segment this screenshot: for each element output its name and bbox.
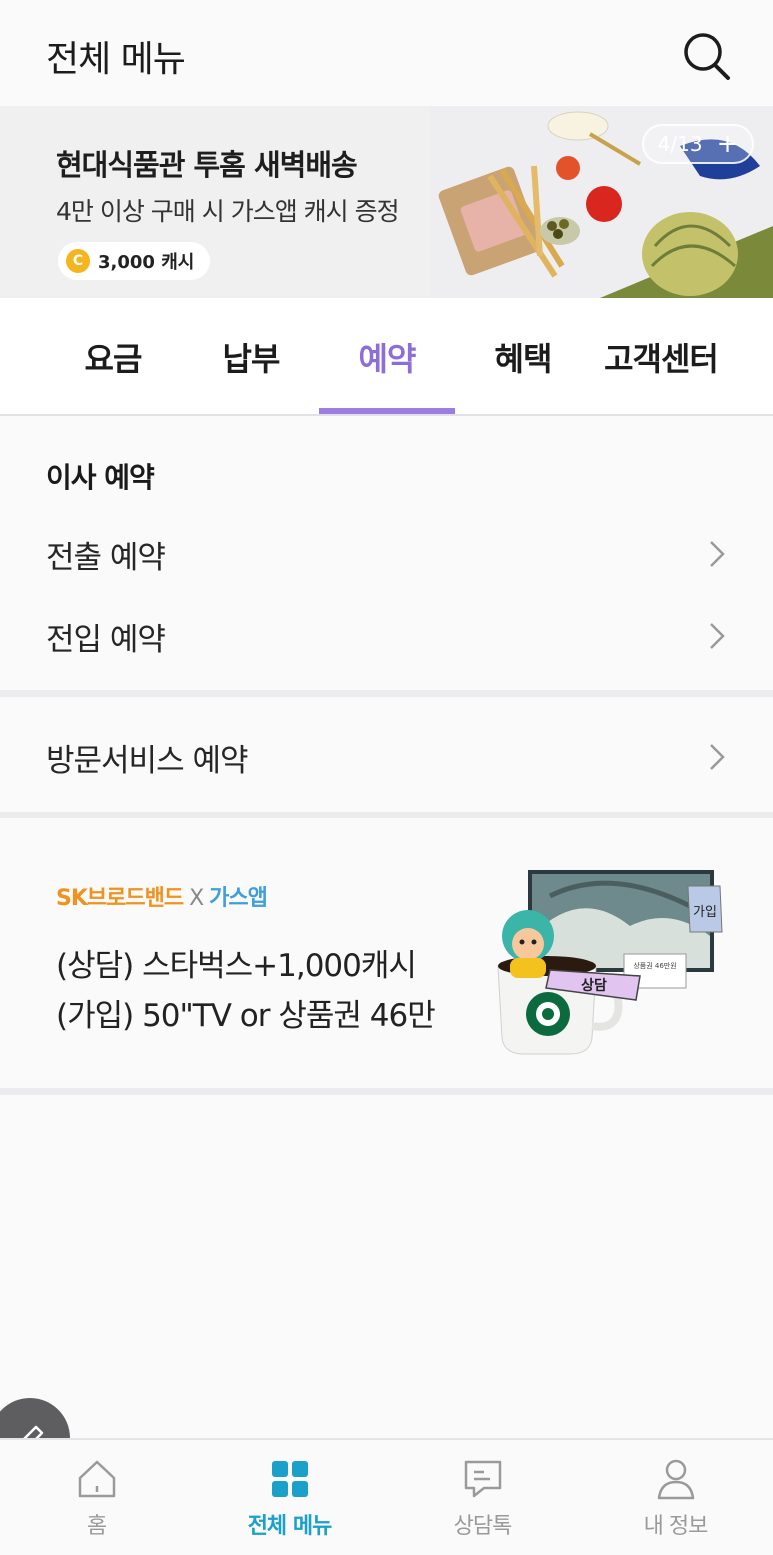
brand-sk-broadband: SK브로드밴드 — [56, 886, 184, 911]
tab-fee[interactable]: 요금 — [72, 334, 154, 380]
tv-coffee-promo-image: 가입 상품권 46만원 상담 — [497, 870, 723, 1055]
banner-counter[interactable]: 4/13 + — [642, 124, 754, 164]
nav-label: 상담톡 — [453, 1514, 513, 1539]
bottom-navigation: 홈 전체 메뉴 상담톡 내 정보 — [0, 1438, 773, 1555]
banner-subtitle: 4만 이상 구매 시 가스앱 캐시 증정 — [56, 197, 400, 226]
app-header: 전체 메뉴 — [0, 0, 773, 106]
tab-customer-center[interactable]: 고객센터 — [596, 334, 726, 380]
brand-gas-app: 가스앱 — [209, 886, 268, 911]
brand-separator: X — [189, 886, 204, 911]
plus-icon[interactable]: + — [717, 131, 739, 157]
section-divider — [0, 690, 773, 697]
menu-item-move-out[interactable]: 전출 예약 — [0, 520, 773, 584]
tab-benefits[interactable]: 혜택 — [482, 334, 564, 380]
cash-chip: C 3,000 캐시 — [58, 242, 211, 280]
search-icon[interactable] — [678, 28, 734, 84]
nav-label: 홈 — [86, 1514, 107, 1539]
grid-menu-icon — [272, 1461, 308, 1497]
menu-item-label: 전출 예약 — [46, 540, 166, 576]
chevron-right-icon — [710, 744, 725, 770]
page-title: 전체 메뉴 — [46, 39, 186, 80]
nav-label: 내 정보 — [643, 1514, 709, 1539]
menu-item-move-in[interactable]: 전입 예약 — [0, 602, 773, 666]
nav-label: 전체 메뉴 — [247, 1514, 333, 1539]
chevron-right-icon — [710, 623, 725, 649]
section-divider — [0, 1088, 773, 1095]
chevron-right-icon — [710, 541, 725, 567]
nav-home[interactable]: 홈 — [0, 1440, 193, 1555]
promo-banner[interactable]: 현대식품관 투홈 새벽배송 4만 이상 구매 시 가스앱 캐시 증정 C 3,0… — [0, 106, 773, 298]
visit-service-section: 방문서비스 예약 — [0, 697, 773, 812]
join-tag-text: 가입 — [693, 905, 717, 920]
voucher-text: 상품권 46만원 — [633, 961, 676, 970]
category-tabs: 요금 납부 예약 혜택 고객센터 — [0, 298, 773, 416]
person-icon — [657, 1459, 695, 1500]
consult-tag-text: 상담 — [581, 977, 607, 994]
nav-all-menu[interactable]: 전체 메뉴 — [193, 1440, 386, 1555]
tab-payment[interactable]: 납부 — [210, 334, 292, 380]
cash-amount: 3,000 캐시 — [98, 252, 195, 273]
tab-reservation[interactable]: 예약 — [346, 334, 428, 380]
home-icon — [78, 1460, 116, 1498]
menu-item-visit-service[interactable]: 방문서비스 예약 — [0, 723, 773, 787]
chat-icon — [464, 1460, 502, 1498]
menu-item-label: 방문서비스 예약 — [46, 743, 248, 779]
moving-reservation-section: 이사 예약 전출 예약 전입 예약 — [0, 418, 773, 690]
promo-brand: SK브로드밴드 X 가스앱 — [56, 880, 268, 912]
nav-my-info[interactable]: 내 정보 — [579, 1440, 772, 1555]
banner-title: 현대식품관 투홈 새벽배송 — [56, 148, 358, 182]
promo-line-consult: (상담) 스타벅스+1,000캐시 — [56, 948, 417, 984]
menu-item-label: 전입 예약 — [46, 622, 166, 658]
broadband-promo-card[interactable]: SK브로드밴드 X 가스앱 (상담) 스타벅스+1,000캐시 (가입) 50"TV… — [0, 818, 773, 1088]
active-tab-indicator — [319, 408, 455, 414]
nav-chat[interactable]: 상담톡 — [386, 1440, 579, 1555]
coin-icon: C — [66, 249, 90, 273]
banner-page: 4/13 — [657, 132, 703, 156]
section-heading: 이사 예약 — [46, 461, 155, 494]
promo-line-join: (가입) 50"TV or 상품권 46만 — [56, 998, 436, 1034]
